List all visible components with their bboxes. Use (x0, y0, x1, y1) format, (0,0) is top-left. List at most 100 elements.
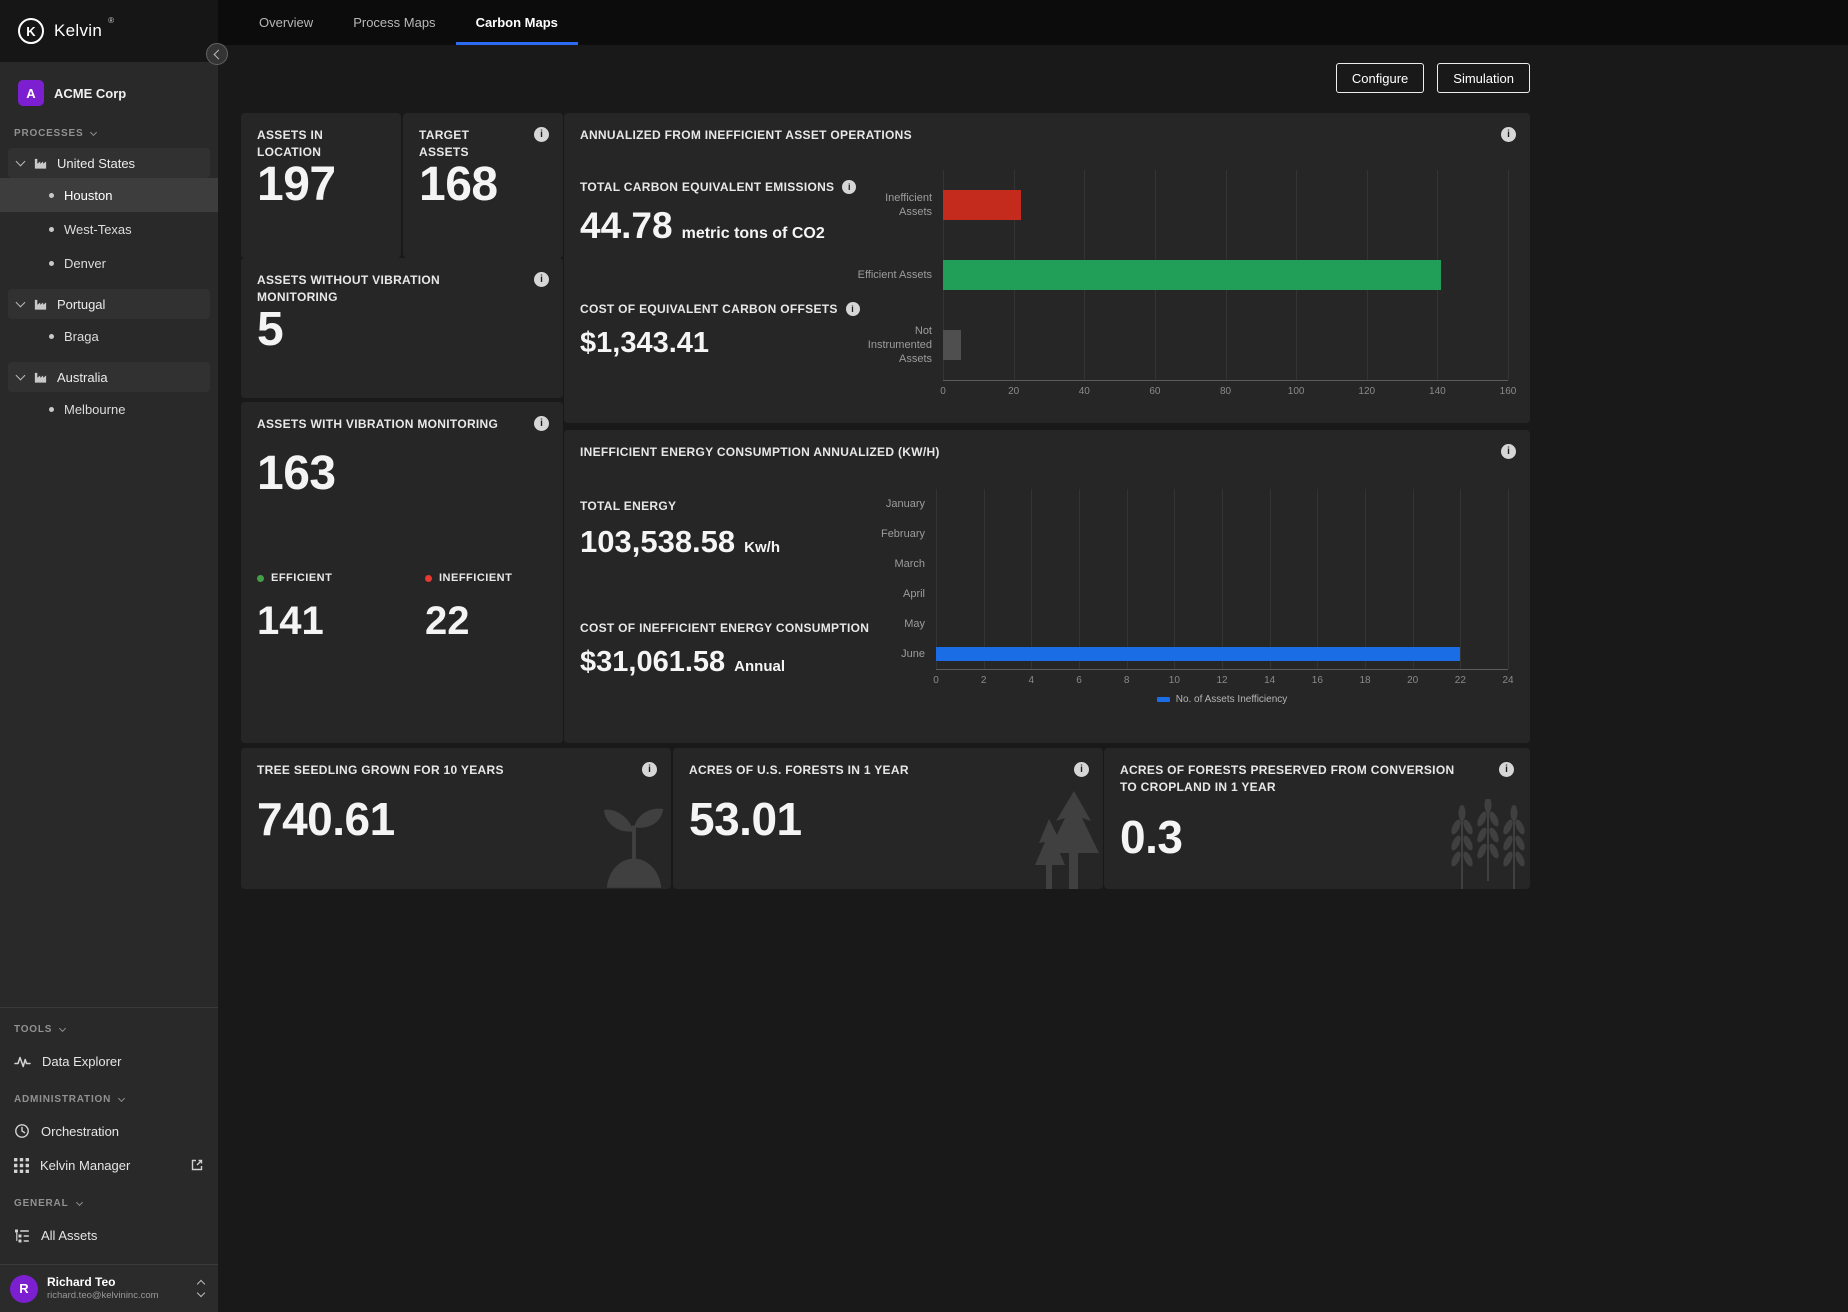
energy-cost-metric: COST OF INEFFICIENT ENERGY CONSUMPTION $… (580, 621, 869, 679)
tree-item-houston[interactable]: Houston (0, 178, 218, 212)
sidebar-item-orchestration[interactable]: Orchestration (0, 1114, 218, 1148)
efficient-label: EFFICIENT (271, 572, 333, 584)
energy-cost-unit: Annual (734, 658, 785, 675)
user-meta: Richard Teo richard.teo@kelvininc.com (47, 1275, 189, 1302)
card-title: ASSETS IN LOCATION (257, 128, 324, 159)
tree-group-australia: Australia Melbourne (0, 362, 218, 426)
x-tick-label: 140 (1429, 386, 1446, 397)
with-vibration-value: 163 (257, 447, 336, 500)
bullet-icon (49, 260, 54, 266)
total-energy-metric: TOTAL ENERGY 103,538.58 Kw/h (580, 499, 780, 560)
general-label-text: GENERAL (14, 1198, 69, 1209)
bullet-icon (49, 333, 54, 339)
x-tick-label: 10 (1168, 675, 1180, 686)
tree-child-label: Braga (64, 328, 99, 344)
legend-swatch-icon (1156, 697, 1170, 702)
tools-section-label[interactable]: TOOLS (0, 1008, 218, 1044)
tree-item-australia[interactable]: Australia (8, 362, 210, 392)
info-icon[interactable] (534, 127, 549, 142)
administration-section-label[interactable]: ADMINISTRATION (0, 1078, 218, 1114)
chevron-down-icon (15, 156, 26, 166)
card-without-vibration: ASSETS WITHOUT VIBRATION MONITORING 5 (241, 258, 563, 398)
red-dot-icon (425, 574, 432, 582)
x-tick-label: 40 (1078, 386, 1090, 397)
chevron-left-icon (213, 49, 224, 59)
tree-item-label: Australia (57, 369, 108, 385)
total-energy-value: 103,538.58 (580, 524, 736, 559)
without-vibration-value: 5 (257, 303, 284, 356)
user-avatar: R (10, 1274, 38, 1303)
sidebar-item-label: Data Explorer (42, 1053, 122, 1069)
tree-item-united-states[interactable]: United States (8, 148, 210, 178)
card-title: ASSETS WITH VIBRATION MONITORING (257, 417, 499, 431)
efficiency-breakdown: EFFICIENT 141 INEFFICIENT 22 (257, 572, 553, 644)
sidebar: K Kelvin ® A ACME Corp PROCESSES United … (0, 0, 218, 1312)
category-label: Inefficient Assets (885, 191, 932, 218)
category-label: April (902, 587, 925, 600)
org-switcher[interactable]: A ACME Corp (8, 74, 210, 112)
action-buttons: Configure Simulation (1335, 63, 1530, 93)
wheat-icon (1449, 799, 1527, 889)
tree-item-melbourne[interactable]: Melbourne (0, 392, 218, 426)
user-menu[interactable]: R Richard Teo richard.teo@kelvininc.com (0, 1264, 218, 1312)
green-dot-icon (257, 574, 264, 582)
inefficient-value: 22 (425, 599, 470, 643)
tree-item-denver[interactable]: Denver (0, 246, 218, 280)
tools-label-text: TOOLS (14, 1024, 53, 1035)
tree-child-label: West-Texas (64, 221, 132, 237)
card-tree-seedlings: TREE SEEDLING GROWN FOR 10 YEARS 740.61 (241, 748, 671, 889)
processes-label-text: PROCESSES (14, 128, 84, 139)
brand: K Kelvin ® (0, 0, 218, 62)
metric-label: COST OF INEFFICIENT ENERGY CONSUMPTION (580, 621, 870, 635)
process-tree: United States Houston West-Texas Denver … (0, 148, 218, 435)
info-icon[interactable] (1499, 762, 1514, 777)
tree-item-braga[interactable]: Braga (0, 319, 218, 353)
tree-group-portugal: Portugal Braga (0, 289, 218, 353)
dashboard: Configure Simulation ASSETS IN LOCATION … (241, 0, 1530, 1312)
chart-bar (943, 190, 1021, 220)
info-icon[interactable] (534, 416, 549, 431)
carbon-offsets-metric: COST OF EQUIVALENT CARBON OFFSETS $1,343… (580, 302, 860, 360)
category-label: June (901, 647, 925, 660)
chart-plot-area: 0 20 40 60 80 100 120 140 160 (940, 170, 1516, 397)
user-name: Richard Teo (47, 1275, 116, 1290)
seedling-icon (603, 808, 664, 888)
sidebar-item-all-assets[interactable]: All Assets (0, 1218, 218, 1252)
simulation-button[interactable]: Simulation (1437, 63, 1530, 93)
efficient-block: EFFICIENT 141 (257, 572, 425, 644)
sidebar-item-kelvin-manager[interactable]: Kelvin Manager (0, 1148, 218, 1182)
info-icon[interactable] (1501, 127, 1516, 142)
info-icon[interactable] (1074, 762, 1089, 777)
x-tick-label: 14 (1264, 675, 1276, 686)
main-content: Overview Process Maps Carbon Maps Config… (218, 0, 1848, 1312)
administration-label-text: ADMINISTRATION (14, 1094, 112, 1105)
category-label: March (894, 557, 925, 570)
configure-button[interactable]: Configure (1335, 63, 1425, 93)
legend-label: No. of Assets Inefficiency (1175, 694, 1288, 705)
sidebar-collapse-button[interactable] (206, 43, 228, 65)
tree-item-west-texas[interactable]: West-Texas (0, 212, 218, 246)
card-title: INEFFICIENT ENERGY CONSUMPTION ANNUALIZE… (580, 445, 940, 459)
card-with-vibration: ASSETS WITH VIBRATION MONITORING 163 EFF… (241, 402, 563, 743)
x-tick-label: 100 (1287, 386, 1305, 397)
brand-name: Kelvin (54, 21, 103, 40)
chart-bar (936, 647, 1461, 661)
card-acres-forests: ACRES OF U.S. FORESTS IN 1 YEAR 53.01 (673, 748, 1103, 889)
assets-in-location-value: 197 (257, 158, 336, 211)
x-tick-label: 12 (1216, 675, 1228, 686)
registered-mark: ® (108, 16, 115, 25)
info-icon[interactable] (534, 272, 549, 287)
category-label: Not Instrumented Assets (867, 324, 932, 366)
sidebar-item-data-explorer[interactable]: Data Explorer (0, 1044, 218, 1078)
acres-preserved-value: 0.3 (1120, 811, 1183, 863)
processes-section-label[interactable]: PROCESSES (0, 112, 218, 148)
info-icon[interactable] (642, 762, 657, 777)
waveform-icon (14, 1056, 31, 1068)
general-section-label[interactable]: GENERAL (0, 1182, 218, 1218)
x-tick-label: 18 (1359, 675, 1371, 686)
chevron-down-icon (90, 128, 98, 136)
x-tick-label: 80 (1219, 386, 1232, 397)
tree-item-portugal[interactable]: Portugal (8, 289, 210, 319)
info-icon[interactable] (1501, 444, 1516, 459)
